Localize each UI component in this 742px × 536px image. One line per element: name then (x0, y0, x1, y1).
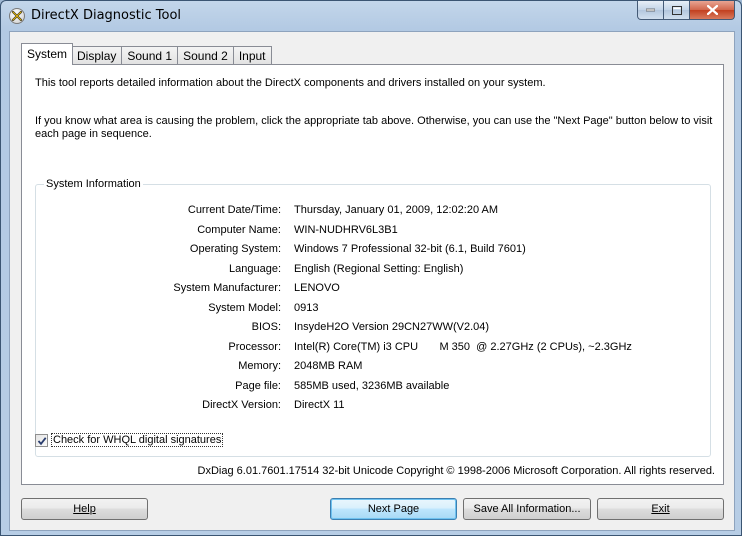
close-button[interactable] (690, 1, 735, 20)
info-value: DirectX 11 (294, 399, 345, 411)
dialog-client-area: System Display Sound 1 Sound 2 Input Thi… (9, 31, 735, 531)
system-tab-panel: This tool reports detailed information a… (21, 64, 724, 485)
maximize-button[interactable] (664, 1, 690, 20)
info-value: InsydeH2O Version 29CN27WW(V2.04) (294, 321, 490, 333)
info-label: Processor: (228, 340, 281, 353)
tab-system[interactable]: System (21, 43, 74, 65)
tab-display[interactable]: Display (72, 46, 123, 65)
info-value: Intel(R) Core(TM) i3 CPU M 350 @ 2.27GHz… (294, 340, 632, 353)
exit-button[interactable]: Exit (597, 498, 724, 520)
info-value: 585MB used, 3236MB available (294, 379, 450, 392)
next-page-button[interactable]: Next Page (330, 498, 457, 520)
title-bar[interactable]: DirectX Diagnostic Tool (1, 1, 741, 31)
info-value: Windows 7 Professional 32-bit (6.1, Buil… (294, 243, 526, 255)
info-row-bios: BIOS: InsydeH2O Version 29CN27WW(V2.04) (36, 321, 706, 335)
info-value: English (Regional Setting: English) (294, 262, 464, 275)
group-title: System Information (44, 178, 143, 190)
tab-input[interactable]: Input (233, 46, 272, 65)
info-label: System Model: (208, 301, 281, 314)
window-title: DirectX Diagnostic Tool (31, 8, 182, 23)
info-row-system-model: System Model: 0913 (36, 302, 706, 316)
info-label: DirectX Version: (202, 399, 281, 411)
instructions-text: If you know what area is causing the pro… (35, 115, 713, 140)
info-row-operating-system: Operating System: Windows 7 Professional… (36, 243, 706, 257)
info-label: Current Date/Time: (187, 204, 281, 216)
save-all-information-button[interactable]: Save All Information... (463, 498, 591, 520)
info-label: Computer Name: (197, 223, 281, 236)
directx-app-icon (9, 8, 25, 24)
info-value: 2048MB RAM (294, 360, 363, 372)
info-row-processor: Processor: Intel(R) Core(TM) i3 CPU M 35… (36, 341, 706, 355)
info-value: LENOVO (294, 282, 340, 294)
info-row-page-file: Page file: 585MB used, 3236MB available (36, 380, 706, 394)
whql-checkbox-row[interactable]: Check for WHQL digital signatures (35, 433, 224, 447)
next-page-button-label: Next Page (367, 503, 420, 515)
info-label: Operating System: (189, 243, 281, 255)
info-label: BIOS: (251, 321, 281, 333)
help-button[interactable]: Help (21, 498, 148, 520)
info-row-memory: Memory: 2048MB RAM (36, 360, 706, 374)
help-button-label: Help (73, 503, 96, 515)
whql-checkbox[interactable] (35, 433, 48, 447)
info-label: Language: (229, 262, 281, 275)
info-row-computer-name: Computer Name: WIN-NUDHRV6L3B1 (36, 224, 706, 238)
info-value: WIN-NUDHRV6L3B1 (294, 223, 398, 236)
info-row-directx-version: DirectX Version: DirectX 11 (36, 399, 706, 413)
minimize-icon (646, 8, 655, 12)
tab-sound-1[interactable]: Sound 1 (122, 46, 179, 65)
tab-strip: System Display Sound 1 Sound 2 Input (21, 43, 272, 65)
maximize-icon (671, 5, 682, 15)
tab-sound-2[interactable]: Sound 2 (178, 46, 234, 65)
whql-checkbox-label[interactable]: Check for WHQL digital signatures (51, 433, 224, 447)
close-icon (706, 5, 718, 15)
save-all-button-label: Save All Information... (473, 503, 581, 515)
info-label: Memory: (238, 360, 281, 372)
info-value: 0913 (294, 301, 319, 314)
info-row-date-time: Current Date/Time: Thursday, January 01,… (36, 204, 706, 218)
info-label: System Manufacturer: (173, 282, 281, 294)
info-label: Page file: (235, 379, 281, 392)
dxdiag-window: DirectX Diagnostic Tool System Display S… (0, 0, 742, 536)
checkmark-icon (37, 436, 47, 445)
minimize-button[interactable] (637, 1, 664, 20)
system-information-group: System Information Current Date/Time: Th… (35, 178, 711, 457)
exit-button-label: Exit (651, 503, 670, 515)
info-row-language: Language: English (Regional Setting: Eng… (36, 263, 706, 277)
info-row-system-manufacturer: System Manufacturer: LENOVO (36, 282, 706, 296)
info-value: Thursday, January 01, 2009, 12:02:20 AM (294, 204, 499, 216)
copyright-text: DxDiag 6.01.7601.17514 32-bit Unicode Co… (197, 465, 715, 477)
caption-buttons (637, 1, 735, 21)
intro-text: This tool reports detailed information a… (35, 77, 546, 89)
